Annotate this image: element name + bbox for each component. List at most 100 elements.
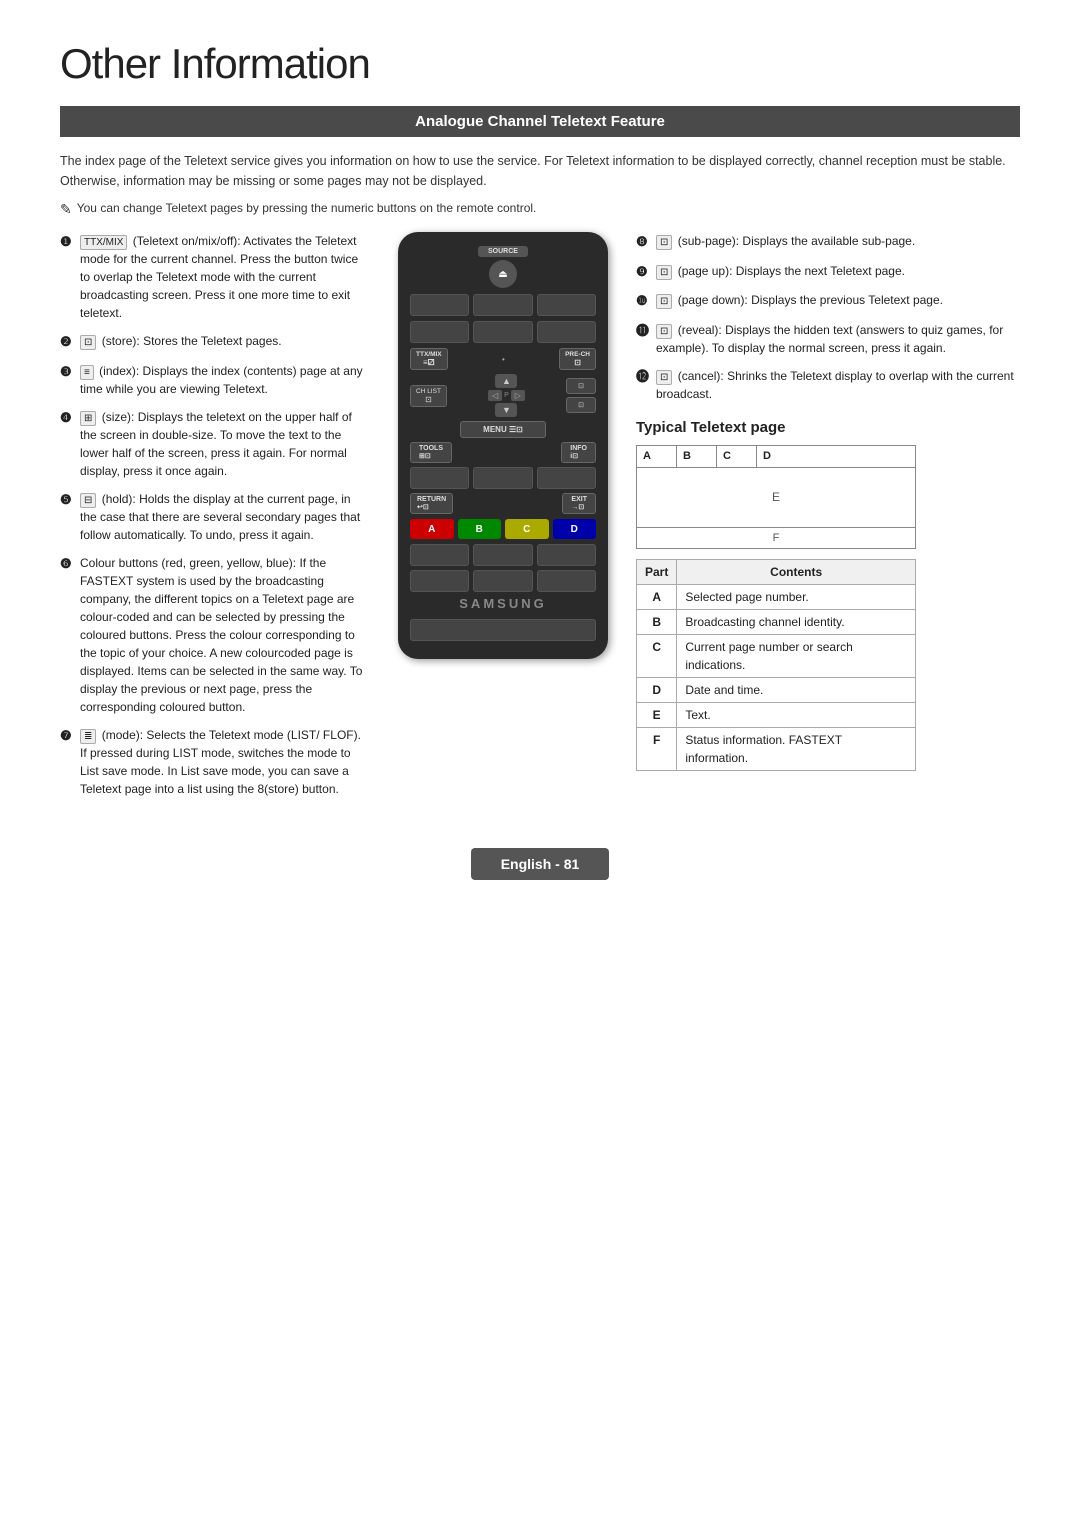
item-12-content: ⊡ (cancel): Shrinks the Teletext display…: [656, 367, 1020, 403]
table-header-contents: Contents: [677, 560, 916, 585]
page-title: Other Information: [60, 40, 1020, 88]
table-cell-content: Status information. FASTEXT information.: [677, 728, 916, 771]
nav-right-bottom[interactable]: ⊡: [566, 397, 596, 413]
item-7-num: ❼: [60, 726, 76, 746]
remote-btn[interactable]: [410, 321, 469, 343]
hold-icon: ⊟: [80, 493, 96, 508]
table-cell-part: C: [637, 635, 677, 678]
footer-badge: English - 81: [471, 848, 610, 880]
num-btn[interactable]: [410, 544, 469, 566]
remote-bottom-btn[interactable]: [410, 619, 596, 641]
left-column: ❶ TTX/MIX (Teletext on/mix/off): Activat…: [60, 232, 370, 808]
item-8-num: ❽: [636, 232, 652, 252]
item-4-content: ⊞ (size): Displays the teletext on the u…: [80, 408, 370, 480]
num-btn[interactable]: [473, 544, 532, 566]
yellow-button[interactable]: C: [505, 519, 549, 539]
typical-teletext-section: Typical Teletext page A B C D E F Part C…: [636, 417, 1020, 772]
table-header-part: Part: [637, 560, 677, 585]
item-11-content: ⊡ (reveal): Displays the hidden text (an…: [656, 321, 1020, 357]
right-column: ❽ ⊡ (sub-page): Displays the available s…: [636, 232, 1020, 808]
teletext-table: Part Contents A Selected page number. B …: [636, 559, 916, 771]
footer: English - 81: [60, 848, 1020, 880]
item-11-num: ⓫: [636, 321, 652, 341]
source-button[interactable]: SOURCE: [478, 246, 528, 257]
tools-button[interactable]: TOOLS⊞⊡: [410, 442, 452, 463]
sub-page-icon: ⊡: [656, 235, 672, 250]
index-icon: ≡: [80, 365, 94, 380]
section-header: Analogue Channel Teletext Feature: [60, 106, 1020, 137]
table-row: A Selected page number.: [637, 585, 916, 610]
remote-btn[interactable]: [410, 467, 469, 489]
teletext-diagram: A B C D E F: [636, 445, 916, 549]
item-8: ❽ ⊡ (sub-page): Displays the available s…: [636, 232, 1020, 252]
item-10-content: ⊡ (page down): Displays the previous Tel…: [656, 291, 1020, 309]
note-text: You can change Teletext pages by pressin…: [60, 201, 1020, 218]
item-3-num: ❸: [60, 362, 76, 382]
nav-right-top[interactable]: ⊡: [566, 378, 596, 394]
table-cell-part: D: [637, 678, 677, 703]
reveal-icon: ⊡: [656, 324, 672, 339]
ttx-mix-button[interactable]: TTX/MIX≡⚂: [410, 348, 448, 370]
red-button[interactable]: A: [410, 519, 454, 539]
item-2: ❷ ⊡ (store): Stores the Teletext pages.: [60, 332, 370, 352]
ch-list-button[interactable]: CH LIST⊡: [410, 385, 447, 407]
table-cell-part: F: [637, 728, 677, 771]
teletext-footer-f: F: [637, 528, 915, 549]
item-11: ⓫ ⊡ (reveal): Displays the hidden text (…: [636, 321, 1020, 357]
item-5-content: ⊟ (hold): Holds the display at the curre…: [80, 490, 370, 544]
ttx-icon: TTX/MIX: [80, 235, 127, 250]
samsung-logo: SAMSUNG: [410, 596, 596, 611]
remote-btn[interactable]: [473, 321, 532, 343]
item-5: ❺ ⊟ (hold): Holds the display at the cur…: [60, 490, 370, 544]
remote-btn[interactable]: [537, 294, 596, 316]
nav-down-button[interactable]: ▼: [495, 403, 517, 417]
remote-btn[interactable]: [537, 321, 596, 343]
pre-ch-button[interactable]: PRE-CH⊡: [559, 348, 596, 370]
table-row: E Text.: [637, 703, 916, 728]
item-7-content: ≣ (mode): Selects the Teletext mode (LIS…: [80, 726, 370, 798]
typical-teletext-title: Typical Teletext page: [636, 417, 1020, 440]
info-button[interactable]: INFOi⊡: [561, 442, 596, 463]
item-1: ❶ TTX/MIX (Teletext on/mix/off): Activat…: [60, 232, 370, 322]
item-12-num: ⓬: [636, 367, 652, 387]
source-icon: ⏏: [489, 260, 517, 288]
remote-column: SOURCE ⏏ TTX/MIX≡⚂ • PRE-CH⊡: [388, 232, 618, 808]
table-cell-part: E: [637, 703, 677, 728]
table-cell-part: B: [637, 610, 677, 635]
exit-button[interactable]: EXIT→⊡: [562, 493, 596, 514]
item-4: ❹ ⊞ (size): Displays the teletext on the…: [60, 408, 370, 480]
blue-button[interactable]: D: [553, 519, 597, 539]
item-3: ❸ ≡ (index): Displays the index (content…: [60, 362, 370, 398]
item-2-content: ⊡ (store): Stores the Teletext pages.: [80, 332, 370, 350]
intro-text: The index page of the Teletext service g…: [60, 151, 1020, 191]
remote-btn[interactable]: [473, 467, 532, 489]
item-9: ❾ ⊡ (page up): Displays the next Teletex…: [636, 262, 1020, 282]
item-1-content: TTX/MIX (Teletext on/mix/off): Activates…: [80, 232, 370, 322]
green-button[interactable]: B: [458, 519, 502, 539]
remote-btn[interactable]: [537, 467, 596, 489]
item-12: ⓬ ⊡ (cancel): Shrinks the Teletext displ…: [636, 367, 1020, 403]
item-4-num: ❹: [60, 408, 76, 428]
table-cell-content: Date and time.: [677, 678, 916, 703]
num-btn[interactable]: [537, 570, 596, 592]
remote-btn[interactable]: [473, 294, 532, 316]
mode-icon: ≣: [80, 729, 96, 744]
item-6-num: ❻: [60, 554, 76, 574]
remote-btn[interactable]: [410, 294, 469, 316]
size-icon: ⊞: [80, 411, 96, 426]
table-cell-content: Selected page number.: [677, 585, 916, 610]
item-9-content: ⊡ (page up): Displays the next Teletext …: [656, 262, 1020, 280]
item-6: ❻ Colour buttons (red, green, yellow, bl…: [60, 554, 370, 716]
teletext-cell-c: C: [717, 446, 757, 467]
menu-button[interactable]: MENU ☰⊡: [460, 421, 546, 438]
return-button[interactable]: RETURN↩⊡: [410, 493, 453, 514]
table-row: C Current page number or search indicati…: [637, 635, 916, 678]
teletext-body-e: E: [637, 468, 915, 528]
num-btn[interactable]: [410, 570, 469, 592]
num-btn[interactable]: [473, 570, 532, 592]
num-btn[interactable]: [537, 544, 596, 566]
item-3-content: ≡ (index): Displays the index (contents)…: [80, 362, 370, 398]
table-cell-content: Text.: [677, 703, 916, 728]
cancel-icon: ⊡: [656, 370, 672, 385]
nav-up-button[interactable]: ▲: [495, 374, 517, 388]
